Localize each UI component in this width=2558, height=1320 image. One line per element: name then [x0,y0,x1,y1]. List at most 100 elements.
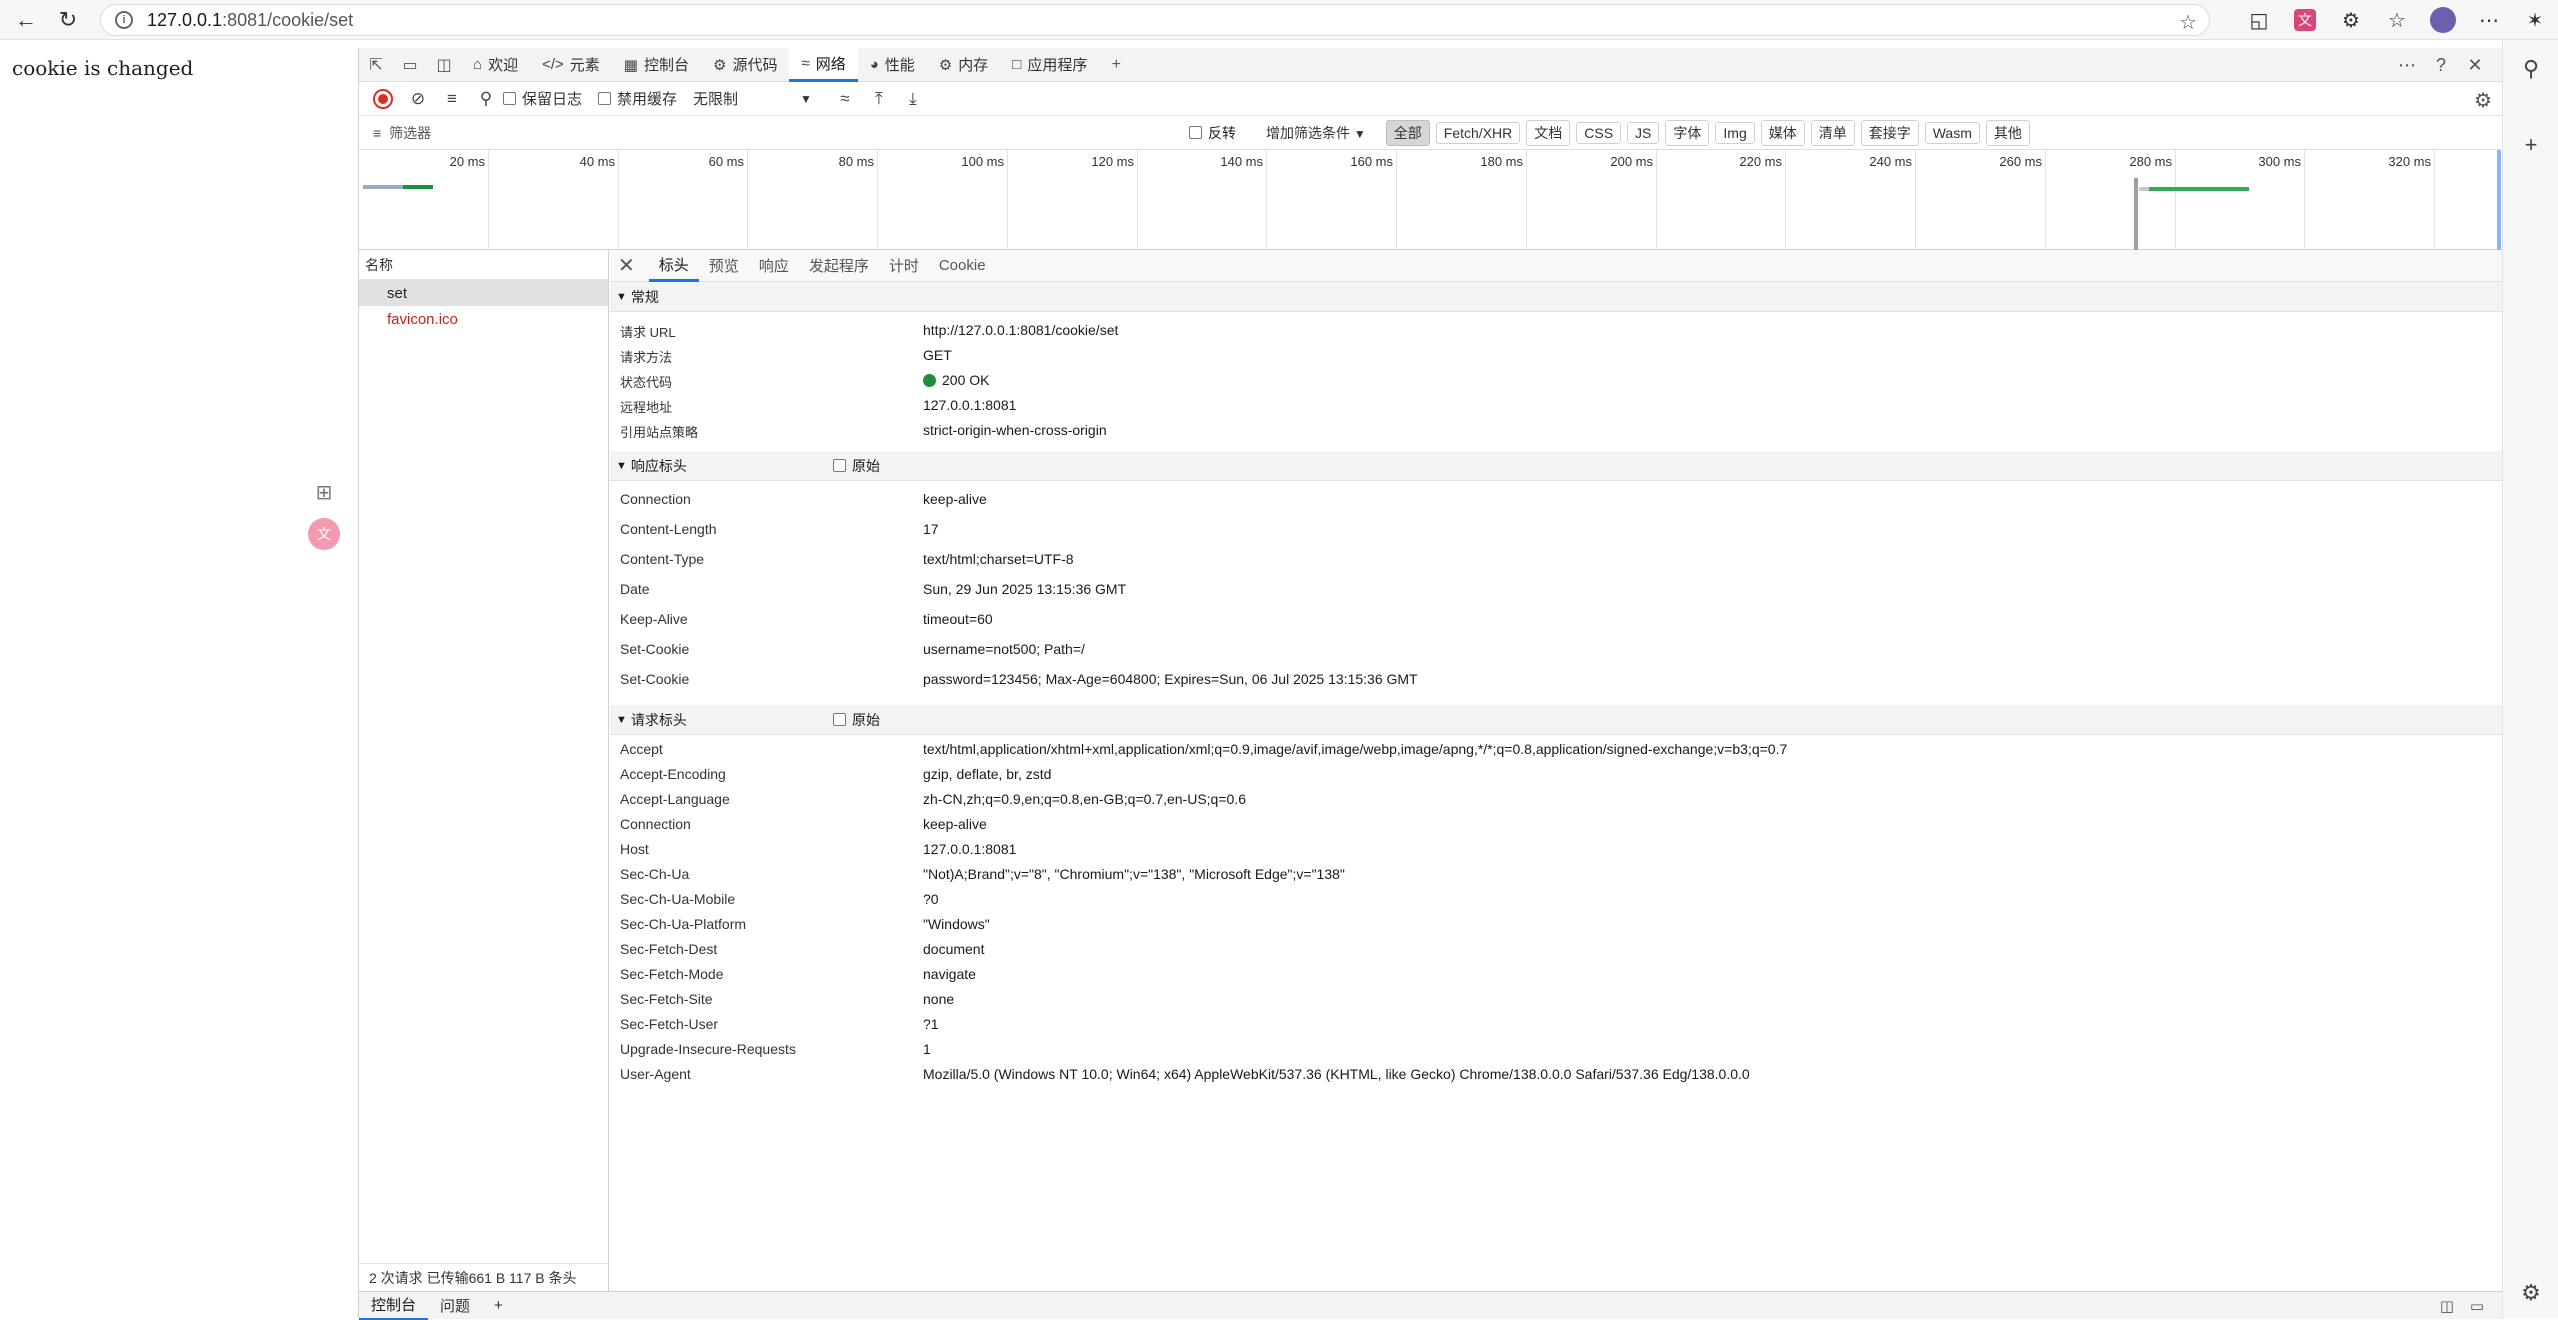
translate-extension-icon[interactable]: 文 [2294,9,2316,31]
raw-checkbox[interactable]: 原始 [833,710,880,730]
header-key: Sec-Fetch-Dest [620,941,718,957]
header-row: Sec-Ch-Ua "Not)A;Brand";v="8", "Chromium"… [610,866,2502,891]
filter-input[interactable]: ≡ 筛选器 [359,120,1179,146]
export-har-icon[interactable]: ⤓ [896,89,930,109]
tab-sources[interactable]: ⚙ 源代码 [701,48,789,82]
filter-chip-manifest[interactable]: 清单 [1810,119,1855,146]
header-row: Content-Length 17 [610,521,2502,551]
network-settings-gear-icon[interactable]: ⚙ [2474,88,2492,113]
invert-checkbox[interactable]: 反转 [1189,123,1236,143]
copilot-icon[interactable]: ✶ [2512,8,2558,33]
disable-cache-checkbox[interactable]: 禁用缓存 [598,88,677,109]
add-icon[interactable]: + [2503,132,2558,158]
translate-float-icon[interactable]: 文 [308,518,340,550]
import-har-icon[interactable]: ⤒ [862,89,896,109]
more-menu-icon[interactable]: ⋯ [2466,8,2512,33]
tab-elements[interactable]: </> 元素 [530,48,612,82]
quick-view-icon[interactable]: ▭ [2462,1297,2492,1315]
filter-chip-socket[interactable]: 套接字 [1860,119,1919,146]
checkbox[interactable] [833,713,846,726]
filter-chip-fetch-xhr[interactable]: Fetch/XHR [1435,121,1521,144]
profile-avatar[interactable] [2430,7,2456,33]
tab-performance[interactable]: ◕ 性能 [858,48,927,82]
tab-initiator[interactable]: 发起程序 [799,250,879,282]
filter-chip-all[interactable]: 全部 [1385,119,1430,146]
header-key: 引用站点策略 [620,425,699,440]
name-column-header[interactable]: 名称 [359,250,608,280]
header-value: text/html,application/xhtml+xml,applicat… [923,741,1788,757]
tab-timing[interactable]: 计时 [879,250,929,282]
timeline-tick: 300 ms [2258,150,2305,250]
address-url: 127.0.0.1:8081/cookie/set [147,10,353,31]
filter-chip-other[interactable]: 其他 [1985,119,2030,146]
tab-preview[interactable]: 预览 [699,250,749,282]
filter-chip-wasm[interactable]: Wasm [1924,121,1980,144]
checkbox[interactable] [598,92,612,105]
tab-application[interactable]: □ 应用程序 [1000,48,1099,82]
tab-memory[interactable]: ⚙ 内存 [927,48,1000,82]
general-section-header[interactable]: ▼ 常规 [610,282,2502,312]
checkbox[interactable] [833,459,846,472]
filter-chip-css[interactable]: CSS [1576,121,1622,144]
search-icon[interactable]: ⚲ [2503,56,2558,82]
filter-toggle-icon[interactable]: ≡ [435,89,469,109]
timeline-tick: 60 ms [709,150,748,250]
reload-icon[interactable]: ↻ [52,4,84,36]
timeline-scrollbar[interactable] [2497,150,2501,250]
raw-checkbox[interactable]: 原始 [833,456,880,476]
request-row-set[interactable]: set [359,280,608,306]
request-headers-section-header[interactable]: ▼ 请求标头 原始 [610,705,2502,735]
sidebar-toggle-icon[interactable]: ◫ [427,55,461,75]
header-row: Keep-Alive timeout=60 [610,611,2502,641]
device-toolbar-icon[interactable]: ▭ [393,55,427,75]
header-row: User-Agent Mozilla/5.0 (Windows NT 10.0; … [610,1066,2502,1091]
extensions-puzzle-icon[interactable]: ⚙ [2328,8,2374,33]
record-icon[interactable] [373,88,393,109]
favorites-icon[interactable]: ☆ [2374,8,2420,33]
tab-network[interactable]: ≈ 网络 [789,47,858,82]
dock-icon[interactable]: ◫ [2432,1297,2462,1315]
filter-chip-font[interactable]: 字体 [1665,119,1710,146]
search-icon[interactable]: ⚲ [469,89,503,109]
tab-welcome[interactable]: ⌂ 欢迎 [461,48,530,82]
header-value: Mozilla/5.0 (Windows NT 10.0; Win64; x64… [923,1066,1750,1082]
network-conditions-icon[interactable]: ≈ [828,89,862,109]
header-value: ?0 [923,891,939,907]
more-options-icon[interactable]: ⋯ [2390,55,2424,76]
drawer-tab-issues[interactable]: 问题 [428,1292,482,1320]
request-row-favicon[interactable]: favicon.ico [359,306,608,332]
add-drawer-tab-icon[interactable]: + [482,1292,515,1320]
inspect-icon[interactable]: ⇱ [359,55,393,75]
add-filter-dropdown[interactable]: 增加筛选条件 ▼ [1266,123,1366,143]
network-timeline-overview[interactable]: 20 ms 40 ms 60 ms 80 ms 100 ms 120 ms 14… [359,150,2502,250]
timeline-tick: 140 ms [1220,150,1267,250]
tab-cookies[interactable]: Cookie [929,250,996,282]
settings-gear-icon[interactable]: ⚙ [2503,1280,2558,1306]
tab-headers[interactable]: 标头 [648,250,699,282]
throttling-select[interactable]: 无限制 ▼ [693,88,812,109]
add-tab-icon[interactable]: + [1099,56,1133,74]
favorite-star-icon[interactable]: ☆ [2179,10,2197,35]
filter-chip-img[interactable]: Img [1715,121,1755,144]
close-icon[interactable]: ✕ [618,253,635,278]
extension-icon[interactable]: ◱ [2236,8,2282,33]
close-devtools-icon[interactable]: ✕ [2458,55,2492,76]
drawer-tab-console[interactable]: 控制台 [359,1292,429,1320]
site-info-icon[interactable]: i [115,11,133,29]
devtools-tabbar: ⇱ ▭ ◫ ⌂ 欢迎 </> 元素 ▦ 控制台 ⚙ 源代码 ≈ 网络 ◕ 性能 ⚙ 内存 □ 应… [359,47,2502,82]
filter-chip-js[interactable]: JS [1627,121,1660,144]
response-headers-section-header[interactable]: ▼ 响应标头 原始 [610,451,2502,481]
checkbox[interactable] [1189,126,1202,139]
clear-icon[interactable]: ⊘ [401,89,435,109]
checkbox[interactable] [503,92,516,105]
filter-chip-doc[interactable]: 文档 [1526,119,1571,146]
back-icon[interactable]: ← [10,4,42,36]
tab-console[interactable]: ▦ 控制台 [612,48,701,82]
preserve-log-checkbox[interactable]: 保留日志 [503,88,582,109]
tab-response[interactable]: 响应 [749,250,799,282]
address-bar[interactable]: i 127.0.0.1:8081/cookie/set ☆ [100,4,2210,36]
filter-chip-media[interactable]: 媒体 [1760,119,1805,146]
help-icon[interactable]: ? [2424,55,2458,76]
grid-add-icon[interactable]: ⊞ [308,476,340,508]
timeline-tick-label: 160 ms [1350,154,1393,169]
